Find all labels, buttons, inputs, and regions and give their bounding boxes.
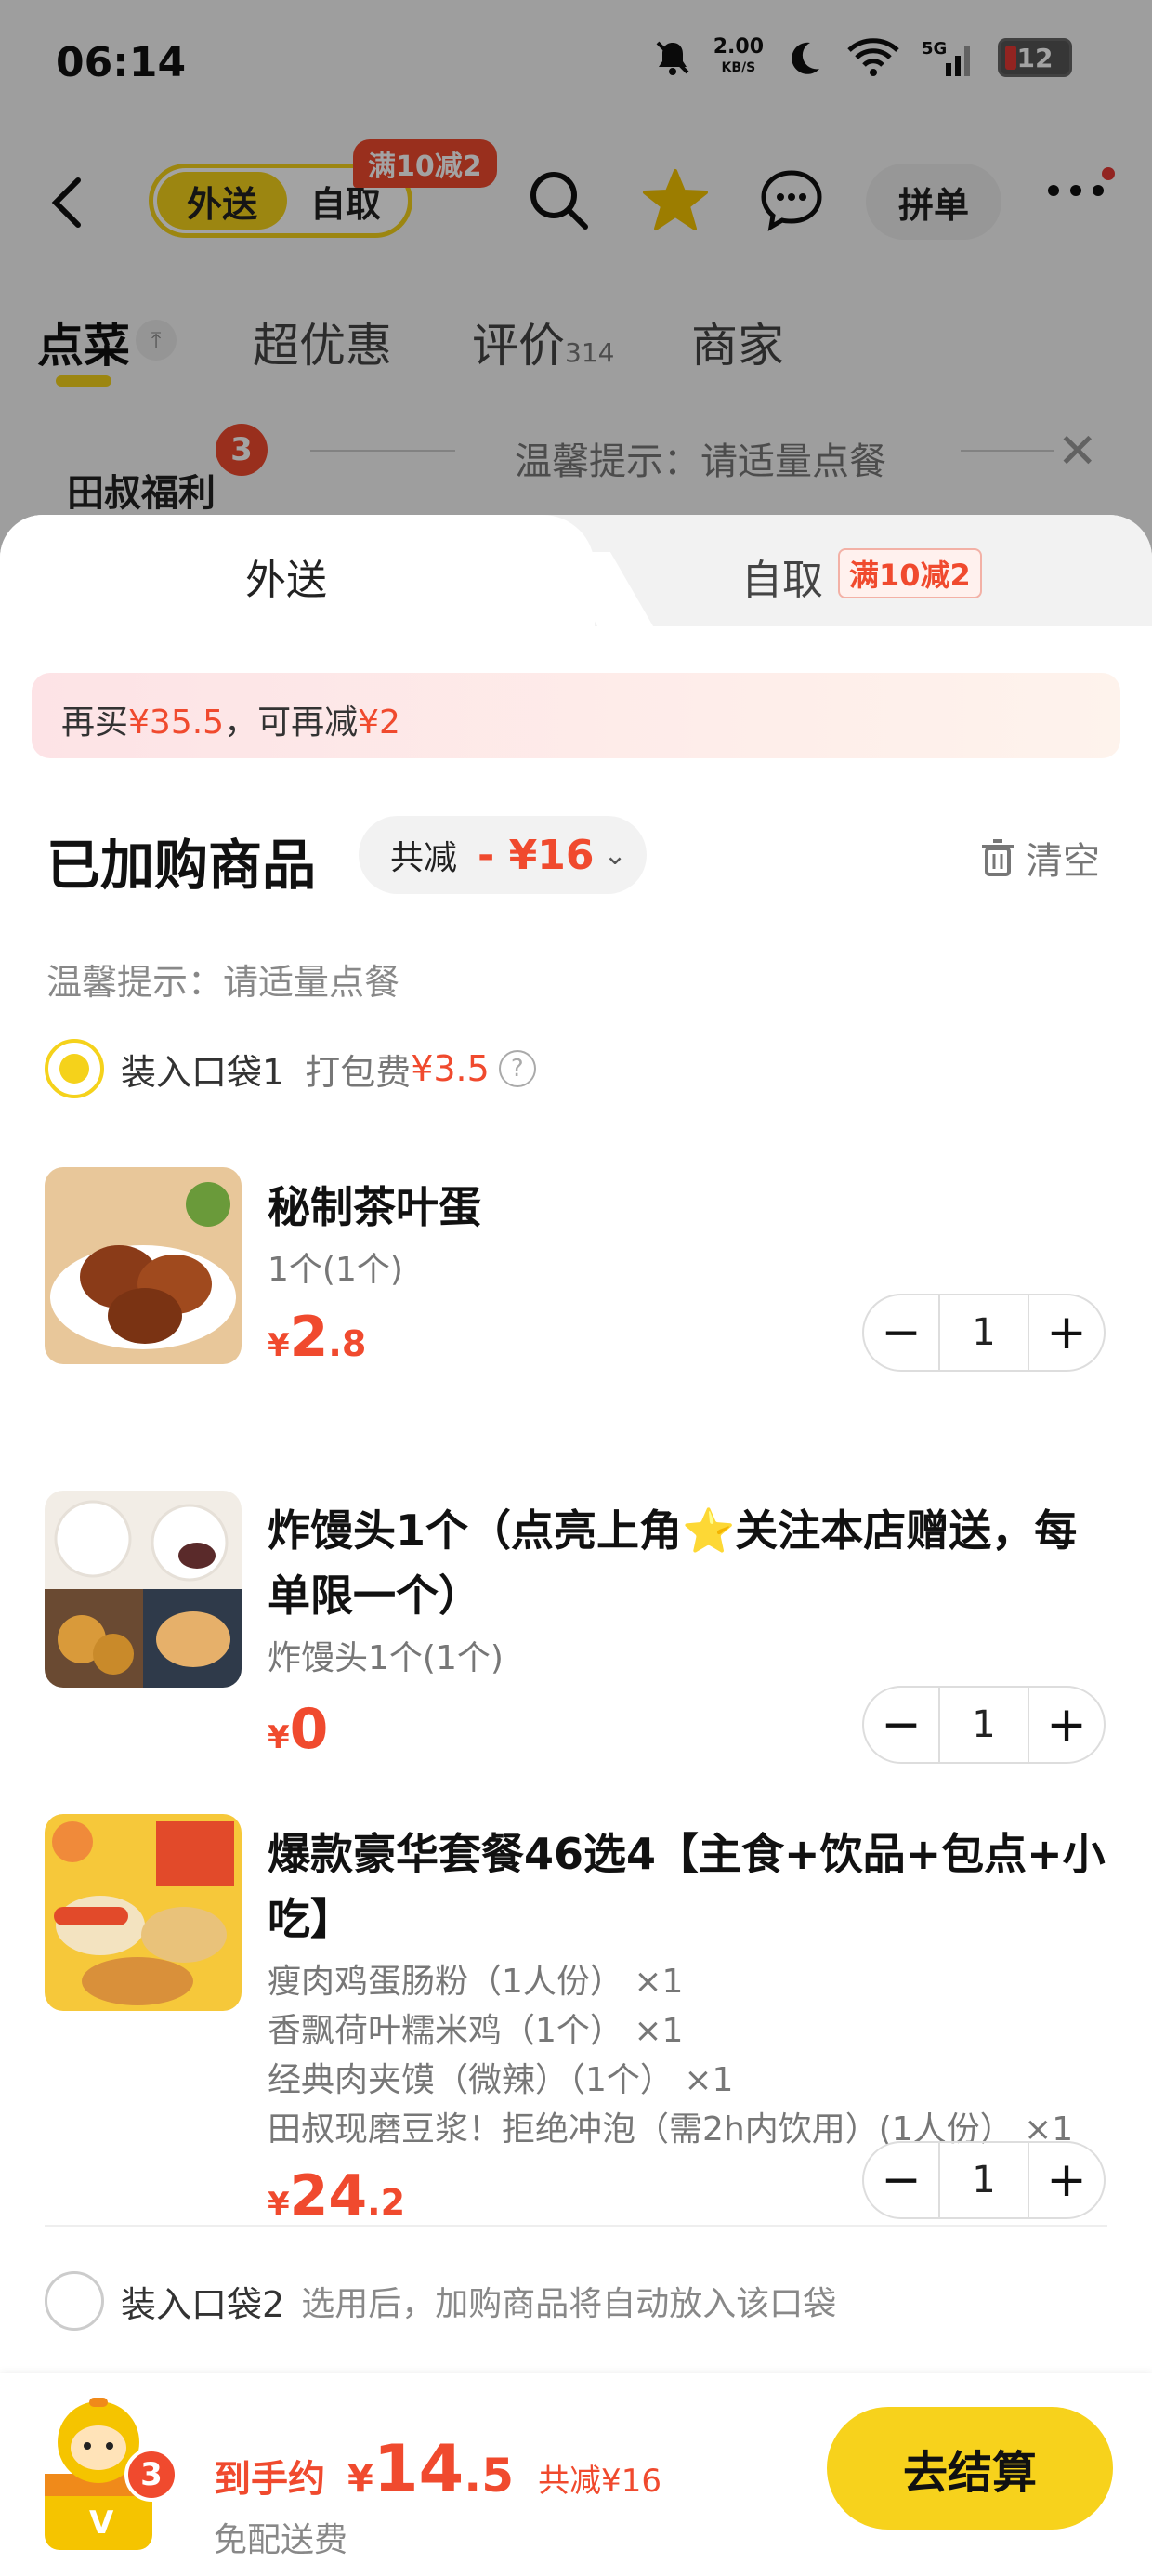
item-image bbox=[45, 1167, 242, 1364]
chevron-down-icon: ⌄ bbox=[603, 838, 627, 872]
item-spec: 炸馒头1个(1个) bbox=[268, 1639, 504, 1677]
free-shipping-label: 免配送费 bbox=[214, 2521, 348, 2559]
trash-icon bbox=[982, 839, 1014, 876]
item-price: ¥24.2 bbox=[268, 2163, 406, 2228]
quantity-value[interactable]: 1 bbox=[938, 1294, 1029, 1372]
item-name: 秘制茶叶蛋 bbox=[268, 1182, 481, 1232]
cart-item: 炸馒头1个（点亮上角⭐关注本店赠送，每单限一个） 炸馒头1个(1个) ¥0 − … bbox=[45, 1491, 1113, 1769]
quantity-value[interactable]: 1 bbox=[938, 1686, 1029, 1764]
item-spec: 1个(1个) bbox=[268, 1251, 403, 1289]
bag2-hint: 选用后，加购商品将自动放入该口袋 bbox=[301, 2285, 837, 2323]
cart-count-badge: 3 bbox=[124, 2448, 178, 2502]
help-icon[interactable]: ? bbox=[498, 1050, 536, 1087]
bag1-radio[interactable] bbox=[45, 1039, 104, 1098]
bag2-label: 装入口袋2 bbox=[121, 2283, 285, 2325]
sheet-tab-pickup[interactable]: 自取 bbox=[741, 546, 823, 606]
buy-more-banner: 再买¥35.5，可再减¥2 bbox=[32, 673, 1120, 758]
warm-tip: 温馨提示：请适量点餐 bbox=[46, 962, 400, 1003]
item-image bbox=[45, 1491, 242, 1688]
sheet-tab-delivery[interactable]: 外送 bbox=[245, 546, 327, 606]
pickup-discount-tag: 满10减2 bbox=[838, 548, 982, 598]
divider bbox=[45, 2225, 1107, 2227]
checkout-button[interactable]: 去结算 bbox=[827, 2407, 1113, 2530]
item-price: ¥2.8 bbox=[268, 1305, 367, 1370]
bag2-radio[interactable] bbox=[45, 2271, 104, 2331]
bag1-row[interactable]: 装入口袋1 打包费 ¥3.5 ? bbox=[45, 1039, 536, 1098]
total-discount-pill[interactable]: 共减 - ¥16 ⌄ bbox=[359, 816, 647, 894]
increase-button[interactable]: + bbox=[1029, 2143, 1104, 2217]
quantity-stepper: − 1 + bbox=[862, 2141, 1106, 2219]
item-image bbox=[45, 1814, 242, 2011]
bag1-label: 装入口袋1 bbox=[121, 1051, 285, 1093]
sheet-tabs: 外送 自取 满10减2 bbox=[0, 515, 1152, 626]
cart-item: 爆款豪华套餐46选4【主食+饮品+包点+小吃】 瘦肉鸡蛋肠粉（1人份） ×1 香… bbox=[45, 1814, 1113, 2228]
overlay-dim[interactable] bbox=[0, 0, 1152, 558]
decrease-button[interactable]: − bbox=[864, 2143, 938, 2217]
checkout-footer: V 3 到手约 ¥14.5 共减¥16 免配送费 去结算 bbox=[0, 2373, 1152, 2576]
packing-fee-label: 打包费 bbox=[305, 1051, 412, 1093]
clear-cart-button[interactable]: 清空 bbox=[979, 831, 1100, 885]
item-name: 炸馒头1个（点亮上角⭐关注本店赠送，每单限一个） bbox=[268, 1505, 1078, 1621]
svg-text:V: V bbox=[89, 2504, 114, 2542]
item-spec: 瘦肉鸡蛋肠粉（1人份） ×1 bbox=[268, 1963, 684, 2001]
decrease-button[interactable]: − bbox=[864, 1688, 938, 1762]
item-spec: 经典肉夹馍（微辣）（1个） ×1 bbox=[268, 2061, 734, 2099]
bag2-row[interactable]: 装入口袋2 选用后，加购商品将自动放入该口袋 bbox=[45, 2271, 836, 2331]
item-name: 爆款豪华套餐46选4【主食+饮品+包点+小吃】 bbox=[268, 1829, 1106, 1944]
quantity-value[interactable]: 1 bbox=[938, 2141, 1029, 2219]
item-spec: 香飘荷叶糯米鸡（1个） ×1 bbox=[268, 2012, 684, 2050]
estimated-total: 到手约 ¥14.5 共减¥16 bbox=[214, 2431, 661, 2507]
total-savings: 共减¥16 bbox=[538, 2463, 661, 2500]
cart-item: 秘制茶叶蛋 1个(1个) ¥2.8 − 1 + bbox=[45, 1167, 1113, 1381]
quantity-stepper: − 1 + bbox=[862, 1294, 1106, 1372]
decrease-button[interactable]: − bbox=[864, 1295, 938, 1370]
quantity-stepper: − 1 + bbox=[862, 1686, 1106, 1764]
added-items-title: 已加购商品 bbox=[46, 834, 317, 897]
increase-button[interactable]: + bbox=[1029, 1688, 1104, 1762]
packing-fee-value: ¥3.5 bbox=[411, 1048, 490, 1089]
increase-button[interactable]: + bbox=[1029, 1295, 1104, 1370]
cart-sheet: 外送 自取 满10减2 再买¥35.5，可再减¥2 已加购商品 共减 - ¥16 ⌄… bbox=[0, 515, 1152, 2576]
item-price: ¥0 bbox=[268, 1697, 329, 1762]
